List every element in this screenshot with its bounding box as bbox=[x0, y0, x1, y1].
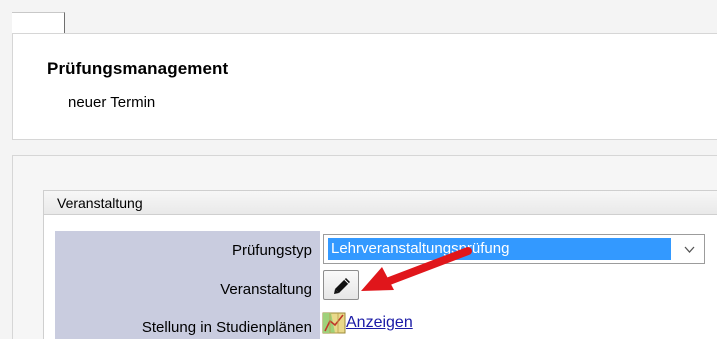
label-column: Prüfungstyp Veranstaltung Stellung in St… bbox=[55, 231, 320, 339]
exam-type-label: Prüfungstyp bbox=[231, 242, 312, 259]
tab-stub[interactable] bbox=[12, 12, 65, 34]
top-strip bbox=[0, 0, 717, 34]
page-title: Prüfungsmanagement bbox=[47, 59, 229, 78]
map-icon bbox=[322, 312, 346, 334]
header-panel: Prüfungsmanagement neuer Termin bbox=[12, 33, 717, 140]
edit-course-button[interactable] bbox=[323, 270, 359, 300]
pencil-icon bbox=[334, 278, 350, 294]
page: Prüfungsmanagement neuer Termin Veransta… bbox=[0, 0, 717, 339]
fieldset-legend: Veranstaltung bbox=[43, 190, 717, 215]
study-plans-label: Stellung in Studienplänen bbox=[141, 319, 312, 336]
show-study-plans-link[interactable]: Anzeigen bbox=[346, 314, 413, 332]
page-subtitle: neuer Termin bbox=[68, 94, 156, 111]
chevron-down-icon bbox=[684, 246, 695, 253]
exam-type-selected-value: Lehrveranstaltungsprüfung bbox=[328, 238, 671, 260]
course-label: Veranstaltung bbox=[220, 281, 312, 298]
exam-type-select[interactable]: Lehrveranstaltungsprüfung bbox=[323, 234, 705, 264]
fieldset-legend-text: Veranstaltung bbox=[57, 195, 143, 211]
